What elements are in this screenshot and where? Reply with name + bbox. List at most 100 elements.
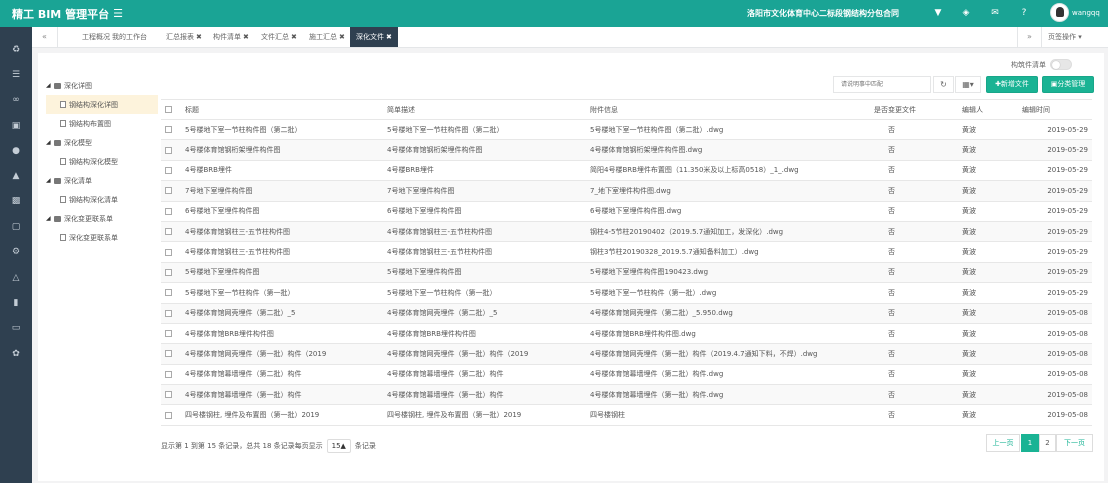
row-checkbox[interactable] [161, 282, 181, 304]
cell-attachment[interactable]: 4号楼体育馆幕墙埋件（第二批）构件.dwg [586, 364, 870, 386]
layers-icon[interactable]: ☰ [0, 64, 32, 86]
cell-attachment[interactable]: 简阳4号楼BRB埋件布置图（11.350米及以上标高0518）_1_.dwg [586, 160, 870, 182]
caret-down-icon[interactable]: ◢ [46, 177, 54, 184]
close-icon[interactable]: ✖ [339, 33, 345, 41]
bell-icon[interactable]: ◈ [959, 6, 973, 20]
col-edit-time[interactable]: 编辑时间 [1018, 99, 1092, 120]
tab-scroll-left-icon[interactable]: « [32, 27, 58, 47]
component-list-toggle[interactable] [1050, 59, 1072, 70]
signal-icon[interactable]: ▮ [0, 292, 32, 314]
book-icon[interactable]: ▩ [0, 190, 32, 212]
caret-down-icon[interactable]: ◢ [46, 139, 54, 146]
cell-attachment[interactable]: 钢柱4-5节柱20190402（2019.5.7通知加工，发深化）.dwg [586, 221, 870, 243]
cell-attachment[interactable]: 4号楼体育馆网壳埋件（第一批）构件（2019.4.7通知下料，不焊）.dwg [586, 343, 870, 365]
table-row[interactable]: 4号楼体育馆网壳埋件（第一批）构件（2019 4号楼体育馆网壳埋件（第一批）构件（… [161, 343, 1092, 365]
cell-attachment[interactable]: 钢柱3节柱20190328_2019.5.7通知备料加工）.dwg [586, 241, 870, 263]
cell-attachment[interactable]: 5号楼地下室一节柱构件（第一批）.dwg [586, 282, 870, 304]
cell-attachment[interactable]: 4号楼体育馆钢桁架埋件构件图.dwg [586, 139, 870, 161]
row-checkbox[interactable] [161, 180, 181, 202]
tab-component-list[interactable]: 构件清单 ✖ [207, 27, 255, 47]
recycle-icon[interactable]: ♻ [0, 39, 32, 61]
col-attachment[interactable]: 附件信息 [586, 99, 870, 120]
col-is-change[interactable]: 是否变更文件 [870, 99, 958, 120]
mail-icon[interactable]: ✉ [988, 6, 1002, 20]
tab-deepening-files[interactable]: 深化文件 ✖ [350, 27, 398, 47]
caret-down-icon[interactable]: ◢ [46, 82, 54, 89]
cell-attachment[interactable]: 5号楼地下室一节柱构件图（第二批）.dwg [586, 119, 870, 141]
caret-down-icon[interactable]: ◢ [46, 215, 54, 222]
tree-node-deepening-drawings[interactable]: ◢ 深化详图 [46, 76, 158, 95]
columns-icon[interactable]: ▦▾ [955, 76, 981, 93]
prev-page-button[interactable]: 上一页 [986, 434, 1020, 452]
row-checkbox[interactable] [161, 241, 181, 263]
tree-node-deepening-model[interactable]: ◢ 深化模型 [46, 133, 158, 152]
cell-attachment[interactable]: 4号楼体育馆网壳埋件（第二批）_5.950.dwg [586, 303, 870, 324]
row-checkbox[interactable] [161, 139, 181, 161]
cell-attachment[interactable]: 4号楼体育馆幕墙埋件（第一批）构件.dwg [586, 384, 870, 406]
tree-node-change-contact[interactable]: ◢ 深化变更联系单 [46, 209, 158, 228]
new-file-button[interactable]: ✚新增文件 [986, 76, 1038, 93]
cell-attachment[interactable]: 6号楼地下室埋件构件图.dwg [586, 201, 870, 222]
network-icon[interactable]: ∞ [0, 89, 32, 111]
filter-icon[interactable]: ▼ [931, 6, 945, 20]
row-checkbox[interactable] [161, 303, 181, 324]
next-page-button[interactable]: 下一页 [1056, 434, 1093, 452]
tree-node-steel-deepening-model[interactable]: 钢结构深化模型 [46, 152, 158, 171]
cell-attachment[interactable]: 四号楼钢柱 [586, 404, 870, 426]
table-row[interactable]: 4号楼体育馆幕墙埋件（第二批）构件 4号楼体育馆幕墙埋件（第二批）构件 4号楼体育馆… [161, 364, 1092, 386]
page-size-select[interactable]: 15▲ [326, 439, 351, 453]
username[interactable]: wangqq [1072, 9, 1100, 17]
cell-attachment[interactable]: 5号楼地下室埋件构件图190423.dwg [586, 262, 870, 284]
table-row[interactable]: 4号楼体育馆钢柱三-五节柱构件图 4号楼体育馆钢柱三-五节柱构件图 钢柱4-5节柱2… [161, 221, 1092, 243]
row-checkbox[interactable] [161, 160, 181, 182]
tree-node-steel-deepening-list[interactable]: 钢结构深化清单 [46, 190, 158, 209]
table-row[interactable]: 4号楼体育馆钢桁架埋件构件图 4号楼体育馆钢桁架埋件构件图 4号楼体育馆钢桁架埋件构… [161, 139, 1092, 161]
menu-toggle-icon[interactable]: ☰ [113, 7, 123, 20]
row-checkbox[interactable] [161, 343, 181, 365]
cell-attachment[interactable]: 7_地下室埋件构件图.dwg [586, 180, 870, 202]
classify-manage-button[interactable]: ▣分类管理 [1042, 76, 1094, 93]
tree-node-steel-deepening-drawings[interactable]: 钢结构深化详图 [46, 95, 158, 114]
col-editor[interactable]: 编辑人 [958, 99, 1018, 120]
project-name[interactable]: 洛阳市文化体育中心二标段钢结构分包合同 [747, 8, 899, 19]
table-row[interactable]: 6号楼地下室埋件构件图 6号楼地下室埋件构件图 6号楼地下室埋件构件图.dwg 否黄波… [161, 201, 1092, 222]
row-checkbox[interactable] [161, 221, 181, 243]
search-input[interactable] [833, 76, 931, 93]
tab-file-summary[interactable]: 文件汇总 ✖ [255, 27, 303, 47]
col-description[interactable]: 简单描述 [383, 99, 586, 120]
table-row[interactable]: 5号楼地下室埋件构件图 5号楼地下室埋件构件图 5号楼地下室埋件构件图190423.… [161, 262, 1092, 284]
tree-node-steel-layout[interactable]: 钢结构布置图 [46, 114, 158, 133]
table-row[interactable]: 四号楼钢柱, 埋件及布置图（第一批）2019 四号楼钢柱, 埋件及布置图（第一批）… [161, 404, 1092, 426]
tab-summary-report[interactable]: 汇总报表 ✖ [160, 27, 208, 47]
cell-attachment[interactable]: 4号楼体育馆BRB埋件构件图.dwg [586, 323, 870, 345]
money-icon[interactable]: ▢ [0, 216, 32, 238]
row-checkbox[interactable] [161, 404, 181, 426]
avatar[interactable] [1050, 3, 1069, 22]
tree-node-deepening-list[interactable]: ◢ 深化清单 [46, 171, 158, 190]
close-icon[interactable]: ✖ [386, 33, 392, 41]
page-1-button[interactable]: 1 [1021, 434, 1039, 452]
close-icon[interactable]: ✖ [196, 33, 202, 41]
briefcase-icon[interactable]: ▣ [0, 115, 32, 137]
gears-icon[interactable]: ⚙ [0, 241, 32, 263]
table-row[interactable]: 4号楼体育馆BRB埋件构件图 4号楼体育馆BRB埋件构件图 4号楼体育馆BRB埋件构… [161, 323, 1092, 345]
users-icon[interactable]: ● [0, 140, 32, 162]
tab-construction-summary[interactable]: 施工汇总 ✖ [303, 27, 351, 47]
row-checkbox[interactable] [161, 262, 181, 284]
help-icon[interactable]: ? [1017, 6, 1031, 20]
tab-operations-dropdown[interactable]: 页签操作 ▾ [1041, 27, 1108, 47]
leaf-icon[interactable]: ✿ [0, 343, 32, 365]
tree-node-change-contact-sheet[interactable]: 深化变更联系单 [46, 228, 158, 247]
table-row[interactable]: 4号楼体育馆幕墙埋件（第一批）构件 4号楼体育馆幕墙埋件（第一批）构件 4号楼体育馆… [161, 384, 1092, 406]
table-row[interactable]: 4号楼BRB埋件 4号楼BRB埋件 简阳4号楼BRB埋件布置图（11.350米及以上… [161, 160, 1092, 182]
row-checkbox[interactable] [161, 323, 181, 345]
page-2-button[interactable]: 2 [1039, 434, 1056, 452]
monitor-icon[interactable]: ▭ [0, 317, 32, 339]
col-title[interactable]: 标题 [181, 99, 383, 120]
bank-icon[interactable]: ▲ [0, 165, 32, 187]
table-row[interactable]: 4号楼体育馆钢柱三-五节柱构件图 4号楼体育馆钢柱三-五节柱构件图 钢柱3节柱201… [161, 241, 1092, 263]
row-checkbox[interactable] [161, 384, 181, 406]
table-row[interactable]: 7号地下室埋件构件图 7号地下室埋件构件图 7_地下室埋件构件图.dwg 否黄波 201… [161, 180, 1092, 202]
table-row[interactable]: 5号楼地下室一节柱构件（第一批） 5号楼地下室一节柱构件（第一批） 5号楼地下室一节… [161, 282, 1092, 304]
tab-scroll-right-icon[interactable]: » [1017, 27, 1041, 47]
